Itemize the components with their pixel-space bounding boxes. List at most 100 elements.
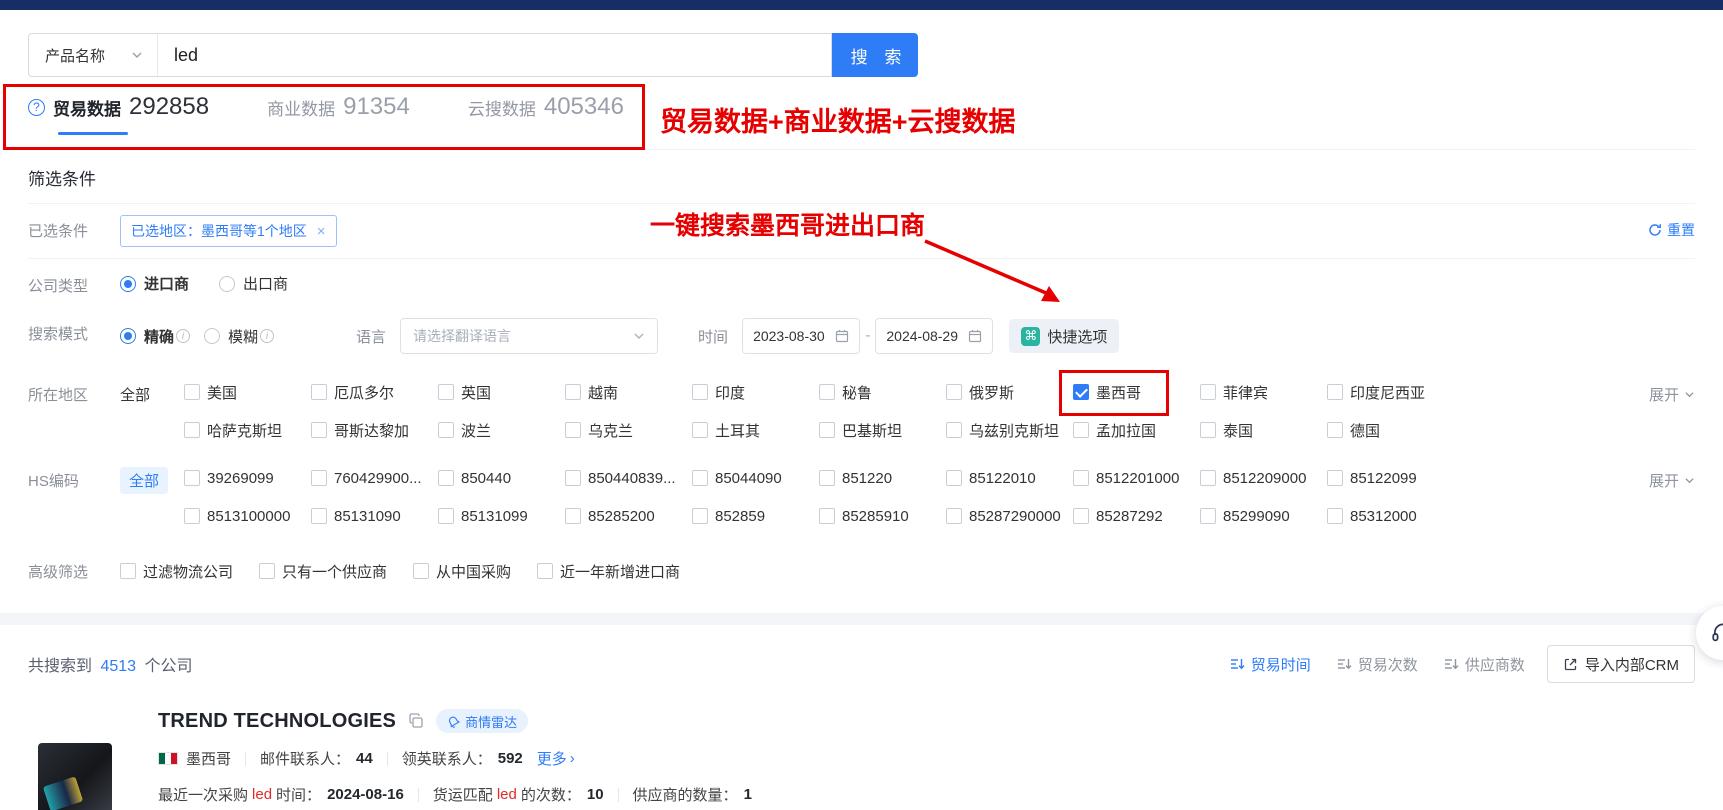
- hs-code-checkbox[interactable]: 8513100000: [184, 503, 311, 529]
- region-checkbox[interactable]: 印度: [692, 379, 819, 405]
- checkbox-label: 秘鲁: [842, 382, 872, 403]
- search-input[interactable]: [158, 34, 831, 76]
- search-category-select[interactable]: 产品名称: [29, 34, 158, 76]
- region-checkbox[interactable]: 厄瓜多尔: [311, 379, 438, 405]
- tab-trade-data[interactable]: ? 贸易数据 292858: [28, 93, 209, 123]
- hs-code-checkbox[interactable]: 85287292: [1073, 503, 1200, 529]
- checkbox-label: 印度: [715, 382, 745, 403]
- region-checkbox-mexico[interactable]: 墨西哥: [1073, 379, 1200, 405]
- annotation-one-key-search: 一键搜索墨西哥进出口商: [650, 206, 925, 242]
- region-checkbox[interactable]: 哥斯达黎加: [311, 417, 438, 443]
- date-to-input[interactable]: 2024-08-29: [875, 318, 993, 354]
- hs-code-checkbox[interactable]: 85122099: [1327, 465, 1454, 491]
- hs-code-checkbox[interactable]: 850440839...: [565, 465, 692, 491]
- checkbox-box: [1200, 470, 1216, 486]
- hs-code-checkbox[interactable]: 85285200: [565, 503, 692, 529]
- info-icon[interactable]: i: [260, 329, 274, 343]
- advanced-checkbox[interactable]: 过滤物流公司: [120, 558, 233, 584]
- reset-button[interactable]: 重置: [1648, 215, 1695, 240]
- checkbox-label: 俄罗斯: [969, 382, 1014, 403]
- region-checkbox[interactable]: 泰国: [1200, 417, 1327, 443]
- help-icon[interactable]: ?: [28, 99, 45, 116]
- search-button[interactable]: 搜 索: [832, 33, 918, 77]
- hs-code-checkbox[interactable]: 760429900...: [311, 465, 438, 491]
- checkbox-label: 越南: [588, 382, 618, 403]
- business-radar-badge[interactable]: 商情雷达: [436, 709, 528, 733]
- date-from-input[interactable]: 2023-08-30: [742, 318, 860, 354]
- checkbox-box: [184, 508, 200, 524]
- quick-options-button[interactable]: ⌘ 快捷选项: [1009, 319, 1119, 353]
- hs-code-checkbox[interactable]: 85131090: [311, 503, 438, 529]
- selected-region-tag[interactable]: 已选地区：墨西哥等1个地区 ×: [120, 215, 337, 247]
- email-contacts-label: 邮件联系人：: [260, 748, 350, 769]
- region-checkbox[interactable]: 乌兹别克斯坦: [946, 417, 1073, 443]
- language-select[interactable]: 请选择翻译语言: [400, 318, 658, 354]
- hs-expand-button[interactable]: 展开: [1649, 465, 1695, 491]
- region-checkbox[interactable]: 印度尼西亚: [1327, 379, 1454, 405]
- company-name[interactable]: TREND TECHNOLOGIES: [158, 710, 396, 733]
- checkbox-box: [1073, 422, 1089, 438]
- region-all-option[interactable]: 全部: [120, 379, 184, 405]
- company-thumbnail[interactable]: [38, 743, 112, 810]
- hs-code-checkbox[interactable]: 8512201000: [1073, 465, 1200, 491]
- region-checkbox[interactable]: 波兰: [438, 417, 565, 443]
- sort-trade-time[interactable]: 贸易时间: [1230, 654, 1311, 675]
- tab-count: 91354: [343, 93, 410, 121]
- region-checkbox[interactable]: 秘鲁: [819, 379, 946, 405]
- more-link[interactable]: 更多 ›: [537, 748, 575, 769]
- checkbox-label: 墨西哥: [1096, 382, 1141, 403]
- hs-code-checkbox[interactable]: 85122010: [946, 465, 1073, 491]
- tab-business-data[interactable]: 商业数据 91354: [267, 93, 410, 123]
- checkbox-label: 英国: [461, 382, 491, 403]
- freight-prefix: 货运匹配: [433, 784, 493, 805]
- hs-code-checkbox[interactable]: 8512209000: [1200, 465, 1327, 491]
- import-crm-button[interactable]: 导入内部CRM: [1547, 645, 1695, 683]
- close-icon[interactable]: ×: [317, 223, 326, 240]
- email-contacts-count: 44: [356, 750, 373, 767]
- hs-code-checkbox[interactable]: 85044090: [692, 465, 819, 491]
- checkbox-box: [438, 470, 454, 486]
- region-checkbox[interactable]: 孟加拉国: [1073, 417, 1200, 443]
- region-checkbox[interactable]: 巴基斯坦: [819, 417, 946, 443]
- hs-code-checkbox[interactable]: 852859: [692, 503, 819, 529]
- advanced-checkbox[interactable]: 只有一个供应商: [259, 558, 387, 584]
- region-checkbox[interactable]: 英国: [438, 379, 565, 405]
- advanced-checkbox[interactable]: 从中国采购: [413, 558, 511, 584]
- hs-code-checkbox[interactable]: 85312000: [1327, 503, 1454, 529]
- hs-code-checkbox[interactable]: 39269099: [184, 465, 311, 491]
- hs-code-checkbox[interactable]: 85287290000: [946, 503, 1073, 529]
- hs-code-checkbox[interactable]: 851220: [819, 465, 946, 491]
- hs-code-checkbox[interactable]: 850440: [438, 465, 565, 491]
- time-label: 时间: [698, 326, 728, 347]
- advanced-checkbox[interactable]: 近一年新增进口商: [537, 558, 680, 584]
- purchase-keyword: led: [252, 786, 272, 803]
- badge-label: 商情雷达: [465, 712, 517, 731]
- exact-mode-radio[interactable]: [120, 328, 136, 344]
- trade-search-page: 产品名称 搜 索 ? 贸易数据 292858 商业数据 91354: [0, 0, 1723, 810]
- divider: [245, 752, 246, 766]
- info-icon[interactable]: i: [176, 329, 190, 343]
- checkbox-box: [184, 422, 200, 438]
- hs-code-checkbox[interactable]: 85131099: [438, 503, 565, 529]
- hs-code-checkbox-grid: 39269099 760429900... 850440 850440839..…: [184, 465, 1649, 529]
- fuzzy-mode-radio[interactable]: [204, 328, 220, 344]
- region-checkbox[interactable]: 哈萨克斯坦: [184, 417, 311, 443]
- copy-icon[interactable]: [408, 713, 424, 729]
- tab-cloud-search-data[interactable]: 云搜数据 405346: [468, 93, 624, 123]
- sort-trade-count[interactable]: 贸易次数: [1337, 654, 1418, 675]
- region-checkbox[interactable]: 越南: [565, 379, 692, 405]
- region-checkbox[interactable]: 俄罗斯: [946, 379, 1073, 405]
- region-checkbox[interactable]: 乌克兰: [565, 417, 692, 443]
- region-checkbox[interactable]: 美国: [184, 379, 311, 405]
- hs-code-checkbox[interactable]: 85299090: [1200, 503, 1327, 529]
- importer-radio[interactable]: [120, 276, 136, 292]
- hs-code-checkbox[interactable]: 85285910: [819, 503, 946, 529]
- region-checkbox[interactable]: 菲律宾: [1200, 379, 1327, 405]
- hs-all-option[interactable]: 全部: [120, 467, 168, 494]
- sort-supplier-count[interactable]: 供应商数: [1444, 654, 1525, 675]
- exporter-radio[interactable]: [219, 276, 235, 292]
- region-checkbox[interactable]: 德国: [1327, 417, 1454, 443]
- region-checkbox[interactable]: 土耳其: [692, 417, 819, 443]
- sort-label: 供应商数: [1465, 654, 1525, 675]
- region-expand-button[interactable]: 展开: [1649, 379, 1695, 405]
